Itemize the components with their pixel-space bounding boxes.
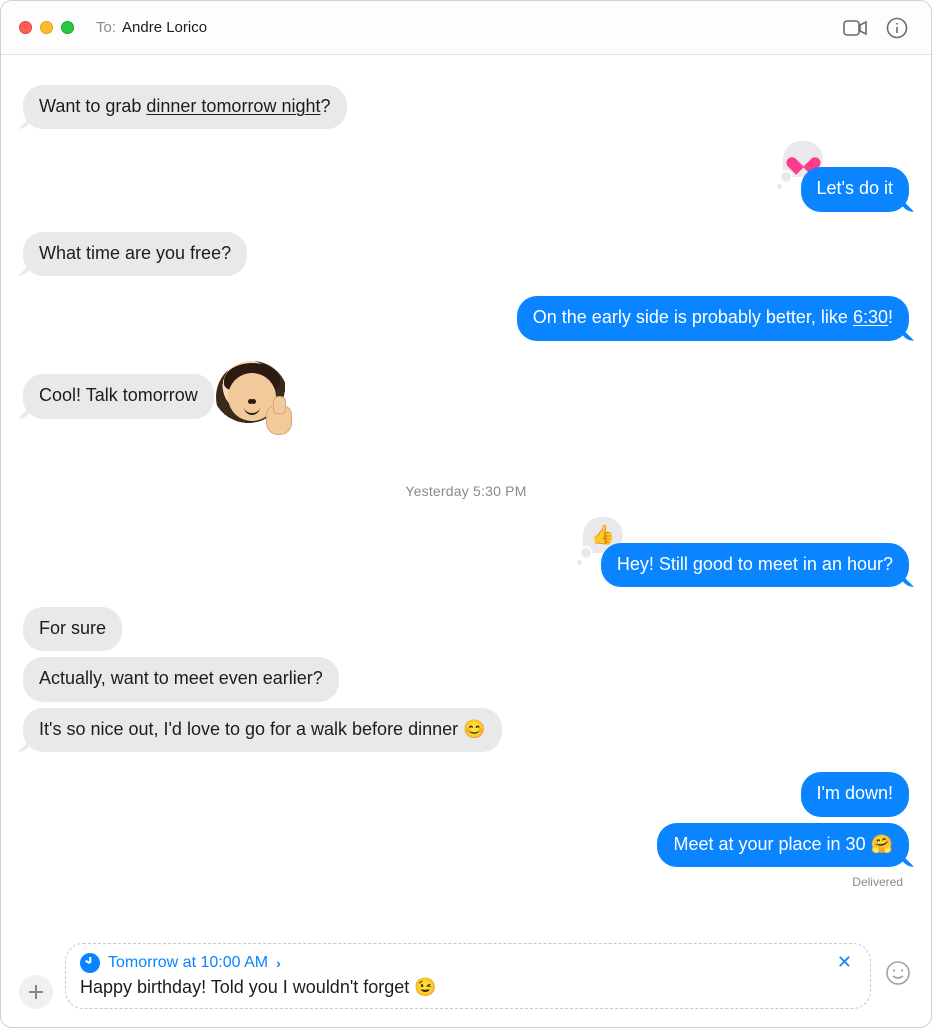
- outgoing-message-bubble[interactable]: Meet at your place in 30 🤗: [657, 823, 909, 867]
- incoming-message-bubble[interactable]: Want to grab dinner tomorrow night?: [23, 85, 347, 129]
- outgoing-message-bubble[interactable]: Hey! Still good to meet in an hour?: [601, 543, 909, 587]
- recipient-name[interactable]: Andre Lorico: [122, 19, 207, 36]
- clock-icon: [80, 953, 100, 973]
- chevron-right-icon: ›: [276, 955, 281, 971]
- minimize-window-button[interactable]: [40, 21, 53, 34]
- message-text: ?: [320, 96, 330, 116]
- window-controls: [19, 21, 74, 34]
- smiley-icon: [885, 960, 911, 986]
- conversation-scroll[interactable]: Want to grab dinner tomorrow night? Let'…: [1, 55, 931, 933]
- memoji-sticker-thumbs-up[interactable]: [216, 361, 288, 433]
- heart-icon: [793, 150, 813, 168]
- scheduled-time-label: Tomorrow at 10:00 AM: [108, 954, 268, 972]
- info-icon: [886, 17, 908, 39]
- titlebar: To: Andre Lorico: [1, 1, 931, 55]
- compose-draft-text[interactable]: Happy birthday! Told you I wouldn't forg…: [80, 977, 856, 998]
- incoming-message-bubble[interactable]: Actually, want to meet even earlier?: [23, 657, 339, 701]
- message-row: Want to grab dinner tomorrow night?: [23, 85, 909, 129]
- message-row: What time are you free?: [23, 232, 909, 276]
- delivery-status: Delivered: [852, 875, 909, 889]
- messages-window: To: Andre Lorico Want to grab dinner tom…: [0, 0, 932, 1028]
- message-row: On the early side is probably better, li…: [23, 296, 909, 340]
- apps-plus-button[interactable]: [19, 975, 53, 1009]
- scheduled-send-chip[interactable]: Tomorrow at 10:00 AM › ✕: [80, 952, 856, 973]
- message-row: Cool! Talk tomorrow: [23, 361, 909, 433]
- message-row: For sure Actually, want to meet even ear…: [23, 607, 909, 752]
- video-camera-icon: [843, 20, 867, 36]
- close-window-button[interactable]: [19, 21, 32, 34]
- incoming-message-bubble[interactable]: What time are you free?: [23, 232, 247, 276]
- message-row: I'm down! Meet at your place in 30 🤗 Del…: [23, 772, 909, 889]
- fullscreen-window-button[interactable]: [61, 21, 74, 34]
- message-text: Want to grab: [39, 96, 146, 116]
- outgoing-message-bubble[interactable]: Let's do it: [801, 167, 909, 211]
- message-row: 👍 Hey! Still good to meet in an hour?: [23, 525, 909, 587]
- facetime-video-button[interactable]: [839, 14, 871, 42]
- message-text: !: [888, 307, 893, 327]
- compose-field[interactable]: Tomorrow at 10:00 AM › ✕ Happy birthday!…: [65, 943, 871, 1009]
- outgoing-message-bubble[interactable]: I'm down!: [801, 772, 909, 816]
- incoming-message-bubble[interactable]: It's so nice out, I'd love to go for a w…: [23, 708, 502, 752]
- emoji-picker-button[interactable]: [883, 958, 913, 988]
- timestamp-day: Yesterday: [405, 483, 469, 499]
- compose-area: Tomorrow at 10:00 AM › ✕ Happy birthday!…: [1, 933, 931, 1027]
- message-text: On the early side is probably better, li…: [533, 307, 853, 327]
- incoming-message-bubble[interactable]: For sure: [23, 607, 122, 651]
- detected-event-link[interactable]: dinner tomorrow night: [146, 96, 320, 116]
- timestamp-divider: Yesterday 5:30 PM: [23, 483, 909, 499]
- timestamp-time: 5:30 PM: [473, 483, 527, 499]
- details-button[interactable]: [881, 14, 913, 42]
- outgoing-message-bubble[interactable]: On the early side is probably better, li…: [517, 296, 909, 340]
- cancel-schedule-button[interactable]: ✕: [833, 952, 856, 973]
- message-row: Let's do it: [23, 149, 909, 211]
- detected-time-link[interactable]: 6:30: [853, 307, 888, 327]
- to-label: To:: [96, 19, 116, 36]
- incoming-message-bubble[interactable]: Cool! Talk tomorrow: [23, 374, 214, 418]
- thumbs-up-icon: 👍: [591, 523, 615, 547]
- plus-icon: [28, 984, 44, 1000]
